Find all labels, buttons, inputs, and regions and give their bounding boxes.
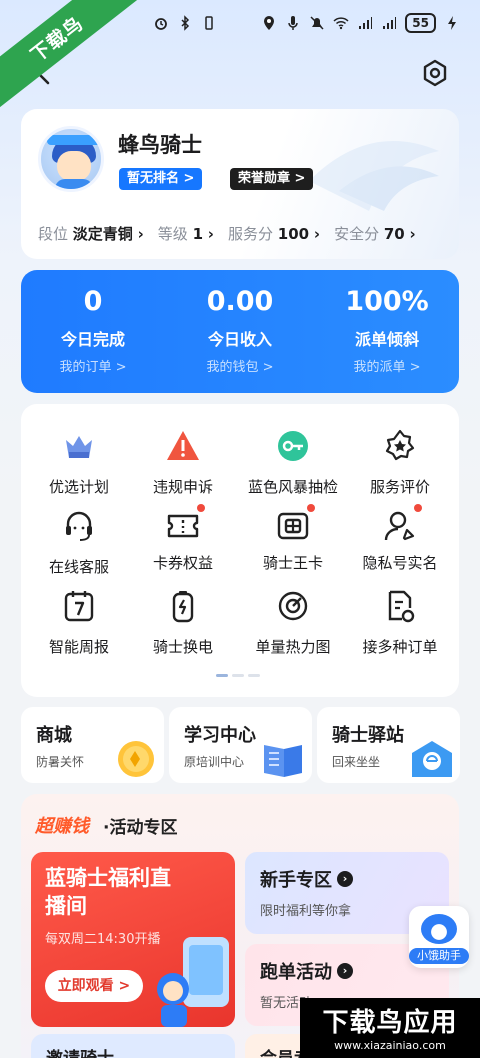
- activity-brand-title: 超赚钱: [35, 816, 89, 837]
- sim-card-icon: [277, 512, 309, 540]
- service-appeal[interactable]: 违规申诉: [123, 428, 243, 497]
- service-online-support[interactable]: 在线客服: [19, 508, 139, 577]
- notification-dot: [307, 504, 315, 512]
- stat-safety-score[interactable]: 安全分 70 ›: [334, 223, 416, 244]
- notification-dot: [414, 504, 422, 512]
- avatar[interactable]: [38, 126, 104, 192]
- summary-dispatch[interactable]: 100% 派单倾斜 我的派单 >: [317, 286, 457, 375]
- multi-order-icon: [388, 590, 415, 623]
- watermark-ribbon: 下载鸟: [0, 0, 148, 116]
- heatmap-icon: [278, 591, 308, 621]
- settings-icon[interactable]: [420, 58, 450, 88]
- decor-wing-icon: [309, 141, 439, 211]
- livestream-card[interactable]: 蓝骑士福利直播间 每双周二14:30开播 立即观看 >: [31, 852, 235, 1027]
- rider-mascot-icon: [157, 937, 229, 1027]
- battery-swap-icon: [172, 591, 194, 623]
- storm-check-icon: [278, 431, 308, 461]
- location-icon: [264, 16, 275, 30]
- service-privacy-verify[interactable]: 隐私号实名: [340, 504, 460, 573]
- warning-icon: [167, 431, 199, 460]
- service-blue-storm[interactable]: 蓝色风暴抽检: [233, 428, 353, 497]
- rank-tag-button[interactable]: 暂无排名 >: [119, 168, 203, 190]
- stat-level[interactable]: 等级 1 ›: [158, 223, 214, 244]
- grid-pager: [216, 674, 260, 677]
- vibrate-icon: [205, 16, 214, 30]
- arrow-right-icon: ›: [337, 871, 353, 887]
- profile-card: 蜂鸟骑士 暂无排名 > 荣誉勋章 > 段位 淡定青铜 › 等级 1 › 服务分 …: [21, 109, 459, 259]
- stat-tier[interactable]: 段位 淡定青铜 ›: [38, 223, 144, 244]
- mic-icon: [288, 16, 299, 30]
- service-multi-orders[interactable]: 接多种订单: [340, 588, 460, 657]
- service-rider-card[interactable]: 骑士王卡: [233, 504, 353, 573]
- profile-stats: 段位 淡定青铜 › 等级 1 › 服务分 100 › 安全分 70 ›: [38, 223, 416, 244]
- tile-mall[interactable]: 商城 防暑关怀: [21, 707, 164, 783]
- crown-icon: [66, 436, 92, 458]
- service-heatmap[interactable]: 单量热力图: [233, 588, 353, 657]
- summary-income[interactable]: 0.00 今日收入 我的钱包 >: [170, 286, 310, 375]
- book-icon: [264, 745, 302, 777]
- headset-icon: [66, 511, 92, 541]
- tile-rider-station[interactable]: 骑士驿站 回来坐坐: [317, 707, 460, 783]
- mute-icon: [310, 16, 324, 30]
- honor-medal-button[interactable]: 荣誉勋章 >: [230, 168, 314, 190]
- station-house-icon: [412, 741, 452, 777]
- service-weekly-report[interactable]: 智能周报: [19, 588, 139, 657]
- status-bar: 55: [153, 10, 460, 36]
- wifi-icon: [333, 17, 349, 30]
- user-verify-icon: [384, 511, 415, 541]
- service-rating[interactable]: 服务评价: [340, 428, 460, 497]
- coupon-icon: [167, 514, 199, 538]
- daily-summary-card: 0 今日完成 我的订单 > 0.00 今日收入 我的钱包 > 100% 派单倾斜…: [21, 270, 459, 393]
- stat-service-score[interactable]: 服务分 100 ›: [228, 223, 320, 244]
- bluetooth-icon: [181, 15, 190, 31]
- service-battery-swap[interactable]: 骑士换电: [123, 588, 243, 657]
- rider-name: 蜂鸟骑士: [118, 133, 202, 157]
- invite-rider-card[interactable]: 邀请骑士: [31, 1034, 235, 1058]
- coin-icon: [118, 741, 154, 777]
- notification-dot: [197, 504, 205, 512]
- battery-level: 55: [405, 13, 436, 33]
- assistant-float-button[interactable]: 小饿助手: [409, 906, 469, 968]
- activity-title: ·活动专区: [103, 818, 178, 838]
- watermark-banner: 下载鸟应用 www.xiazainiao.com: [300, 998, 480, 1058]
- watch-now-button[interactable]: 立即观看 >: [45, 970, 143, 1002]
- arrow-right-icon: ›: [337, 963, 353, 979]
- service-preferred-plan[interactable]: 优选计划: [19, 428, 139, 497]
- charging-icon: [448, 16, 456, 30]
- services-grid: 优选计划 违规申诉 蓝色风暴抽检 服务评价 在线客服 卡券权益 骑士王卡 隐私号…: [21, 404, 459, 697]
- star-badge-icon: [385, 429, 415, 461]
- tile-learning-center[interactable]: 学习中心 原培训中心: [169, 707, 312, 783]
- alarm-icon: [155, 18, 168, 30]
- signal-4g-icon: [359, 17, 373, 29]
- summary-completed[interactable]: 0 今日完成 我的订单 >: [23, 286, 163, 375]
- service-coupons[interactable]: 卡券权益: [123, 504, 243, 573]
- calendar-7-icon: [64, 591, 94, 622]
- signal-4g-icon: [383, 17, 397, 29]
- assistant-robot-icon: [421, 914, 457, 944]
